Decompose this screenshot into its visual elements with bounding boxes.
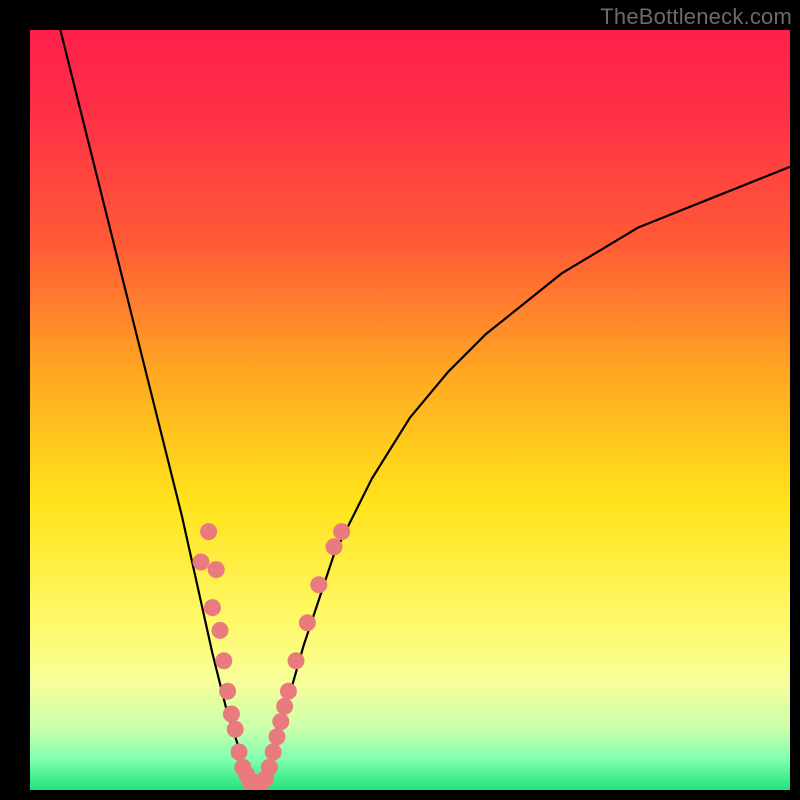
watermark-text: TheBottleneck.com xyxy=(600,4,792,30)
highlight-dot xyxy=(272,713,289,730)
highlight-dot xyxy=(280,683,297,700)
highlight-dot xyxy=(219,683,236,700)
chart-svg xyxy=(30,30,790,790)
plot-area xyxy=(30,30,790,790)
highlight-dot xyxy=(204,599,221,616)
highlight-dot xyxy=(193,554,210,571)
highlight-dot xyxy=(333,523,350,540)
chart-frame: TheBottleneck.com xyxy=(0,0,800,800)
highlight-dot xyxy=(261,759,278,776)
highlight-dot xyxy=(200,523,217,540)
highlight-dot xyxy=(326,538,343,555)
highlight-dot xyxy=(208,561,225,578)
highlight-dot xyxy=(276,698,293,715)
highlight-dot xyxy=(265,744,282,761)
highlight-dot xyxy=(223,706,240,723)
gradient-background xyxy=(30,30,790,790)
highlight-dot xyxy=(288,652,305,669)
highlight-dot xyxy=(269,728,286,745)
highlight-dot xyxy=(227,721,244,738)
highlight-dot xyxy=(299,614,316,631)
highlight-dot xyxy=(231,744,248,761)
highlight-dot xyxy=(215,652,232,669)
highlight-dot xyxy=(310,576,327,593)
highlight-dot xyxy=(212,622,229,639)
